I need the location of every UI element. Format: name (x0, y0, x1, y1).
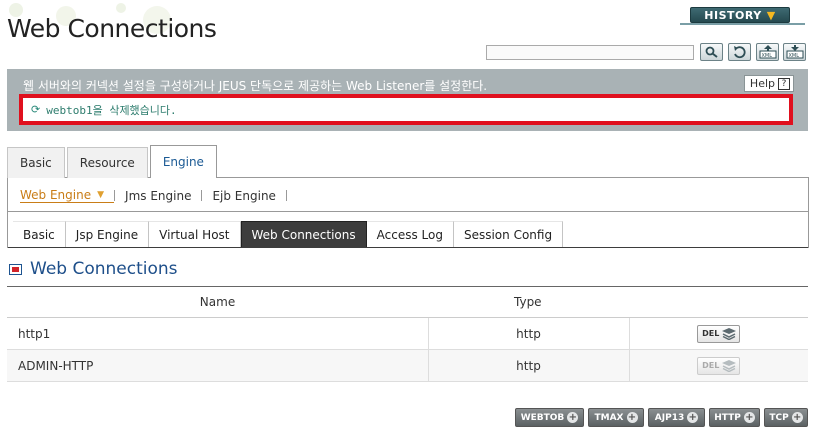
search-button[interactable] (700, 43, 723, 61)
tab-engine[interactable]: Engine (149, 145, 217, 178)
plus-icon: + (743, 411, 755, 423)
help-label: Help (749, 77, 775, 90)
action-cell: DEL (629, 349, 808, 382)
stack-icon (722, 328, 737, 340)
search-input[interactable] (486, 45, 694, 60)
add-tcp-button[interactable]: TCP + (764, 408, 808, 427)
divider (8, 247, 808, 248)
chevron-down-icon: ▼ (766, 8, 776, 22)
add-ajp13-button[interactable]: AJP13 + (648, 408, 705, 427)
section-icon (9, 264, 22, 275)
connection-type: http (428, 317, 630, 350)
table-row: ADMIN-HTTP http DEL (7, 349, 808, 382)
refresh-icon (733, 46, 746, 59)
help-button[interactable]: Help ? (743, 75, 794, 92)
subnav-label: Web Engine (20, 188, 92, 202)
add-webtob-button[interactable]: WEBTOB + (515, 408, 584, 427)
svg-text:XML: XML (761, 53, 772, 59)
add-http-button[interactable]: HTTP + (709, 408, 760, 427)
divider (114, 190, 116, 201)
connection-name[interactable]: ADMIN-HTTP (7, 349, 429, 382)
export-xml-icon: XML (759, 45, 776, 59)
add-tmax-button[interactable]: TMAX + (588, 408, 644, 427)
tab-web-connections[interactable]: Web Connections (240, 221, 367, 248)
tab-basic[interactable]: Basic (13, 221, 66, 248)
history-label: HISTORY (704, 8, 762, 22)
delete-label: DEL (702, 329, 720, 338)
history-button[interactable]: HISTORY ▼ (690, 7, 790, 23)
delete-label: DEL (702, 361, 720, 370)
action-cell: DEL (629, 317, 808, 350)
add-ajp13-label: AJP13 (654, 412, 685, 423)
history-underline (680, 23, 805, 25)
import-xml-button[interactable]: XML (783, 43, 806, 61)
subnav-jms-engine[interactable]: Jms Engine (125, 189, 201, 203)
info-bar: 웹 서버와의 커넥션 설정을 구성하거나 JEUS 단독으로 제공하는 Web … (7, 69, 808, 131)
add-http-label: HTTP (714, 412, 741, 423)
caret-down-icon: ▼ (97, 190, 105, 200)
svg-text:XML: XML (788, 53, 799, 59)
tab-jsp-engine[interactable]: Jsp Engine (65, 221, 150, 248)
web-engine-tabs: Basic Jsp Engine Virtual Host Web Connec… (13, 221, 564, 248)
column-header-name: Name (7, 286, 428, 318)
plus-icon: + (626, 411, 638, 423)
tab-virtual-host[interactable]: Virtual Host (149, 221, 241, 248)
add-webtob-label: WEBTOB (520, 412, 565, 423)
stack-icon (722, 360, 737, 372)
table-row: http1 http DEL (7, 317, 808, 350)
connection-name[interactable]: http1 (7, 317, 429, 350)
tab-session-config[interactable]: Session Config (453, 221, 564, 248)
add-tcp-label: TCP (769, 412, 789, 423)
subnav-web-engine[interactable]: Web Engine ▼ (20, 188, 115, 203)
refresh-icon: ⟳ (31, 103, 41, 116)
plus-icon: + (567, 411, 579, 423)
engine-subnav: Web Engine ▼ Jms Engine Ejb Engine (20, 188, 297, 203)
tab-access-log[interactable]: Access Log (366, 221, 454, 248)
divider (285, 190, 287, 201)
page-title: Web Connections (7, 14, 217, 43)
export-xml-button[interactable]: XML (756, 43, 779, 61)
connection-type: http (428, 349, 630, 382)
divider (201, 190, 203, 201)
divider (8, 211, 808, 212)
tab-resource[interactable]: Resource (66, 147, 148, 178)
column-header-type: Type (428, 286, 808, 318)
help-icon: ? (778, 77, 790, 90)
plus-icon: + (687, 411, 699, 423)
page-description: 웹 서버와의 커넥션 설정을 구성하거나 JEUS 단독으로 제공하는 Web … (23, 79, 488, 93)
search-icon (705, 46, 718, 58)
import-xml-icon: XML (786, 45, 803, 59)
delete-button[interactable]: DEL (697, 356, 741, 375)
add-tmax-label: TMAX (594, 412, 624, 423)
plus-icon: + (791, 411, 803, 423)
main-tabs: Basic Resource Engine (7, 145, 219, 178)
refresh-button[interactable] (728, 43, 751, 61)
subnav-ejb-engine[interactable]: Ejb Engine (212, 189, 285, 203)
connections-table: Name Type http1 http DEL ADMIN-HTTP http… (7, 286, 808, 382)
tab-basic[interactable]: Basic (7, 147, 65, 178)
result-message-box: ⟳ webtob1을 삭제했습니다. (19, 94, 793, 125)
section-title: Web Connections (30, 259, 178, 279)
delete-button[interactable]: DEL (697, 324, 741, 343)
result-message: webtob1을 삭제했습니다. (46, 103, 177, 117)
